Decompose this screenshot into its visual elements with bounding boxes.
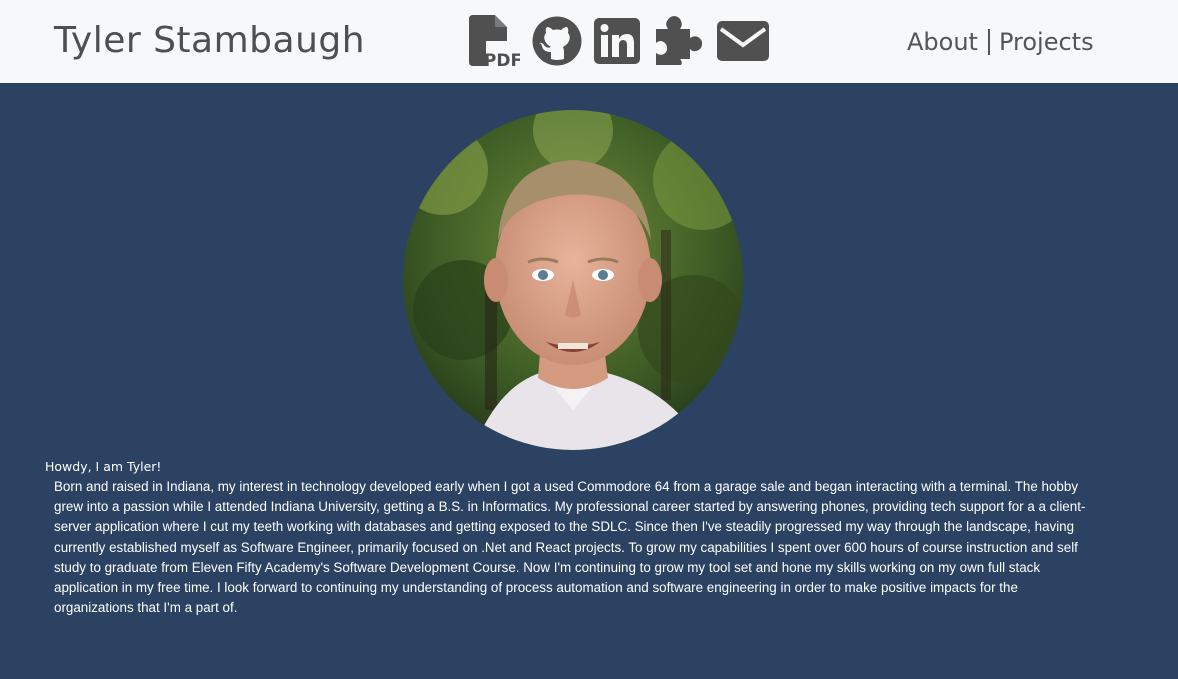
- about-section: Howdy, I am Tyler! Born and raised in In…: [0, 83, 1178, 679]
- site-title: Tyler Stambaugh: [54, 20, 366, 61]
- site-header: Tyler Stambaugh PDF About Projects: [0, 0, 1178, 83]
- main-nav: About Projects: [907, 28, 1094, 56]
- linkedin-icon[interactable]: [594, 18, 640, 64]
- bio-paragraph: Born and raised in Indiana, my interest …: [54, 479, 1086, 616]
- greeting-text: Howdy, I am Tyler!: [45, 459, 162, 474]
- nav-about-link[interactable]: About: [907, 28, 978, 56]
- social-icon-bar: PDF: [468, 14, 770, 68]
- puzzle-piece-icon[interactable]: [652, 15, 704, 67]
- nav-divider: [987, 29, 990, 55]
- envelope-icon[interactable]: [716, 20, 770, 62]
- pdf-resume-icon[interactable]: PDF: [468, 14, 520, 68]
- profile-photo: [403, 110, 743, 450]
- nav-projects-link[interactable]: Projects: [999, 28, 1094, 56]
- svg-text:PDF: PDF: [484, 51, 520, 68]
- github-icon[interactable]: [532, 16, 582, 66]
